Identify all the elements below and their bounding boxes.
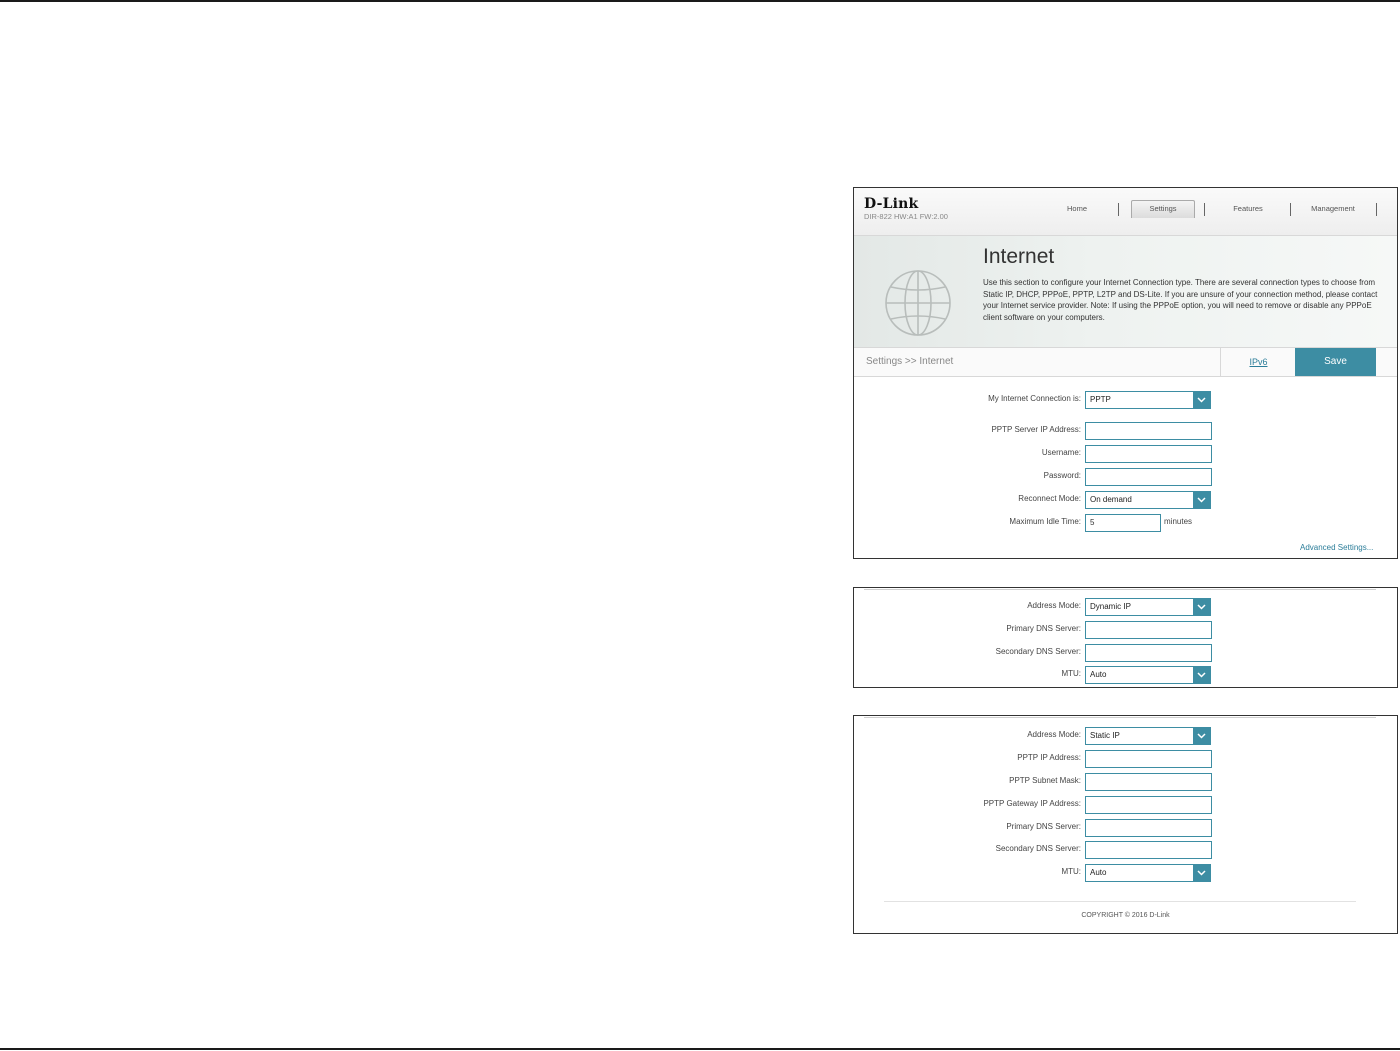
- mtu-label: MTU:: [1061, 669, 1081, 678]
- pptp-ip-input[interactable]: [1085, 750, 1212, 768]
- connection-type-row: My Internet Connection is: PPTP: [854, 391, 1397, 409]
- pptp-settings-panel: D-Link DIR-822 HW:A1 FW:2.00 Home Settin…: [853, 187, 1398, 559]
- address-mode-row: Address Mode: Static IP: [854, 727, 1397, 745]
- pptp-ip-label: PPTP IP Address:: [1017, 753, 1081, 762]
- nav-separator: [1204, 203, 1205, 216]
- gateway-input[interactable]: [1085, 796, 1212, 814]
- chevron-down-icon[interactable]: [1193, 865, 1210, 881]
- static-ip-panel: Address Mode: Static IP PPTP IP Address:…: [853, 715, 1398, 934]
- reconnect-mode-row: Reconnect Mode: On demand: [854, 491, 1397, 509]
- password-label: Password:: [1043, 471, 1081, 480]
- nav-separator: [1376, 203, 1377, 216]
- advanced-settings-link[interactable]: Advanced Settings...: [1300, 543, 1373, 552]
- page-title: Internet: [983, 245, 1055, 268]
- dynamic-ip-panel: Address Mode: Dynamic IP Primary DNS Ser…: [853, 587, 1398, 688]
- footer-divider: [884, 901, 1356, 902]
- mtu-row: MTU: Auto: [854, 666, 1397, 684]
- idle-time-input[interactable]: 5: [1085, 514, 1161, 532]
- nav-management[interactable]: Management: [1302, 204, 1364, 213]
- username-row: Username:: [854, 445, 1397, 463]
- primary-dns-row: Primary DNS Server:: [854, 621, 1397, 639]
- breadcrumb: Settings >> Internet: [866, 356, 954, 367]
- gateway-row: PPTP Gateway IP Address:: [854, 796, 1397, 814]
- reconnect-mode-select[interactable]: On demand: [1085, 491, 1211, 509]
- subnet-mask-input[interactable]: [1085, 773, 1212, 791]
- divider: [864, 717, 1376, 718]
- nav-separator: [1118, 203, 1119, 216]
- chevron-down-icon[interactable]: [1193, 599, 1210, 615]
- chevron-down-icon[interactable]: [1193, 728, 1210, 744]
- reconnect-mode-label: Reconnect Mode:: [1018, 494, 1081, 503]
- primary-dns-row: Primary DNS Server:: [854, 819, 1397, 837]
- chevron-down-icon[interactable]: [1193, 667, 1210, 683]
- mtu-value: Auto: [1090, 868, 1107, 877]
- main-nav: Home Settings Features Management: [854, 188, 1397, 235]
- mtu-select[interactable]: Auto: [1085, 864, 1211, 882]
- mtu-value: Auto: [1090, 670, 1107, 679]
- username-input[interactable]: [1085, 445, 1212, 463]
- server-ip-label: PPTP Server IP Address:: [991, 425, 1081, 434]
- primary-dns-input[interactable]: [1085, 819, 1212, 837]
- page-bottom-rule: [0, 1048, 1400, 1050]
- connection-type-value: PPTP: [1090, 395, 1111, 404]
- address-mode-value: Static IP: [1090, 731, 1120, 740]
- mtu-select[interactable]: Auto: [1085, 666, 1211, 684]
- password-input[interactable]: [1085, 468, 1212, 486]
- divider: [864, 589, 1376, 590]
- reconnect-mode-value: On demand: [1090, 495, 1132, 504]
- secondary-dns-row: Secondary DNS Server:: [854, 841, 1397, 859]
- address-mode-select[interactable]: Static IP: [1085, 727, 1211, 745]
- password-row: Password:: [854, 468, 1397, 486]
- nav-features[interactable]: Features: [1221, 204, 1275, 213]
- pptp-ip-row: PPTP IP Address:: [854, 750, 1397, 768]
- globe-icon: [885, 270, 951, 336]
- server-ip-input[interactable]: [1085, 422, 1212, 440]
- secondary-dns-input[interactable]: [1085, 644, 1212, 662]
- nav-home[interactable]: Home: [1052, 204, 1102, 213]
- save-button[interactable]: Save: [1295, 348, 1376, 376]
- address-mode-label: Address Mode:: [1027, 730, 1081, 739]
- page-description: Use this section to configure your Inter…: [983, 278, 1378, 323]
- secondary-dns-label: Secondary DNS Server:: [995, 844, 1081, 853]
- copyright: COPYRIGHT © 2016 D-Link: [1081, 912, 1170, 919]
- secondary-dns-label: Secondary DNS Server:: [995, 647, 1081, 656]
- address-mode-label: Address Mode:: [1027, 601, 1081, 610]
- connection-type-label: My Internet Connection is:: [988, 394, 1081, 403]
- chevron-down-icon[interactable]: [1193, 392, 1210, 408]
- address-mode-value: Dynamic IP: [1090, 602, 1131, 611]
- server-ip-row: PPTP Server IP Address:: [854, 422, 1397, 440]
- primary-dns-input[interactable]: [1085, 621, 1212, 639]
- address-mode-row: Address Mode: Dynamic IP: [854, 598, 1397, 616]
- chevron-down-icon[interactable]: [1193, 492, 1210, 508]
- router-header: D-Link DIR-822 HW:A1 FW:2.00 Home Settin…: [854, 188, 1397, 236]
- primary-dns-label: Primary DNS Server:: [1006, 822, 1081, 831]
- idle-time-unit: minutes: [1164, 517, 1193, 526]
- subnet-mask-row: PPTP Subnet Mask:: [854, 773, 1397, 791]
- gateway-label: PPTP Gateway IP Address:: [983, 799, 1081, 808]
- mtu-label: MTU:: [1061, 867, 1081, 876]
- idle-time-row: Maximum Idle Time: 5 minutes: [854, 514, 1397, 532]
- breadcrumb-bar: Settings >> Internet IPv6 Save: [854, 347, 1397, 377]
- nav-separator: [1290, 203, 1291, 216]
- subnet-mask-label: PPTP Subnet Mask:: [1009, 776, 1081, 785]
- secondary-dns-row: Secondary DNS Server:: [854, 644, 1397, 662]
- primary-dns-label: Primary DNS Server:: [1006, 624, 1081, 633]
- idle-time-label: Maximum Idle Time:: [1009, 517, 1081, 526]
- internet-banner: Internet Use this section to configure y…: [854, 236, 1397, 347]
- mtu-row: MTU: Auto: [854, 864, 1397, 882]
- address-mode-select[interactable]: Dynamic IP: [1085, 598, 1211, 616]
- nav-settings[interactable]: Settings: [1132, 204, 1194, 213]
- connection-type-select[interactable]: PPTP: [1085, 391, 1211, 409]
- secondary-dns-input[interactable]: [1085, 841, 1212, 859]
- username-label: Username:: [1041, 448, 1081, 457]
- page-top-rule: [0, 0, 1400, 2]
- ipv6-link[interactable]: IPv6: [1220, 348, 1296, 376]
